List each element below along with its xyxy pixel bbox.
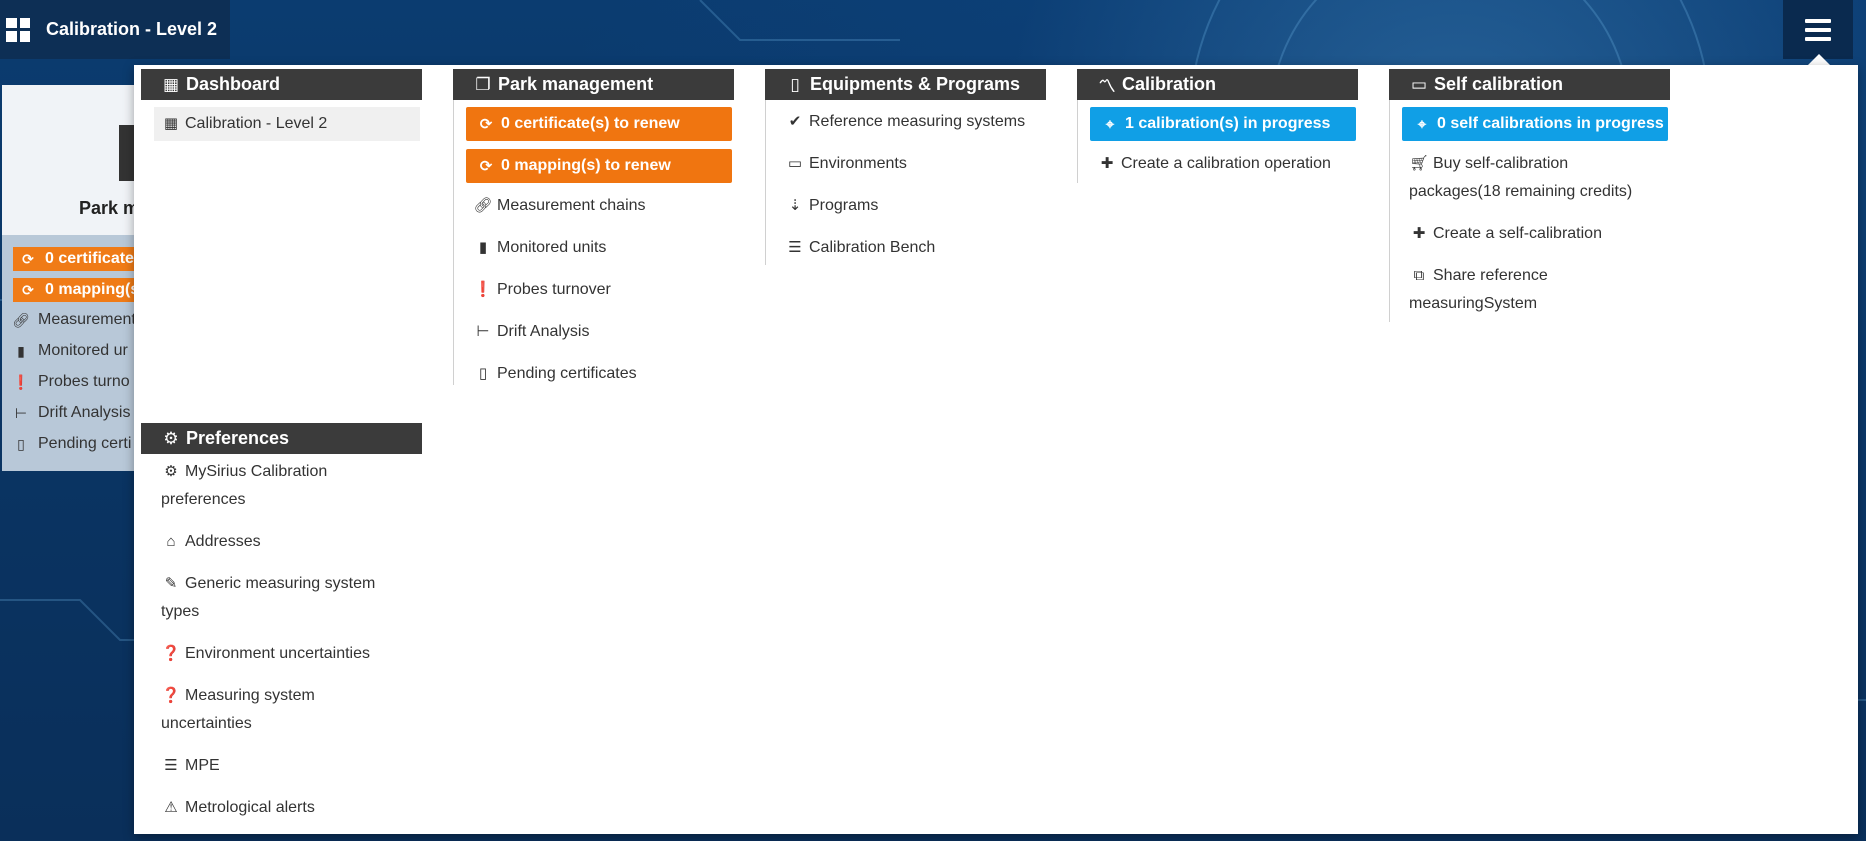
menu-item-metrological-alerts[interactable]: ⚠ Metrological alerts — [161, 794, 315, 822]
section-header-preferences: ⚙ Preferences — [141, 423, 422, 454]
cart-icon: 🛒︎ — [1409, 155, 1429, 172]
menu-item-programs[interactable]: ⇣ Programs — [785, 192, 879, 220]
refresh-icon: ⟳ — [479, 116, 493, 133]
link-icon: 🔗︎ — [473, 197, 493, 214]
menu-item-calibration-bench[interactable]: ☰ Calibration Bench — [785, 234, 935, 262]
background-item[interactable]: ▮ Monitored ur — [12, 339, 128, 363]
refresh-icon: ⟳ — [479, 158, 493, 175]
section-divider — [1077, 100, 1078, 183]
document-icon: ▯ — [17, 435, 25, 452]
mega-menu: ▦ Dashboard ▦ Calibration - Level 2 ❐ Park … — [134, 65, 1858, 834]
probe-icon: ❗ — [12, 373, 30, 390]
menu-item-monitored-units[interactable]: ▮ Monitored units — [473, 234, 607, 262]
calibrations-in-progress-button[interactable]: ⌖ 1 calibration(s) in progress — [1090, 107, 1356, 141]
menu-item-probes-turnover[interactable]: ❗ Probes turnover — [473, 276, 611, 304]
warning-icon: ⚠ — [164, 799, 178, 816]
probe-icon: ❗ — [473, 281, 493, 298]
menu-item-share-reference[interactable]: ⧉ Share reference measuringSystem — [1409, 262, 1589, 318]
file-icon: ▮ — [478, 239, 488, 256]
plus-icon: ✚ — [1412, 225, 1426, 242]
line-chart-icon: 〽 — [1098, 77, 1116, 96]
list-icon: ☰ — [788, 239, 802, 256]
copy-icon: ❐ — [475, 74, 491, 94]
menu-item-addresses[interactable]: ⌂ Addresses — [161, 528, 260, 556]
section-divider — [1389, 100, 1390, 322]
menu-item-mpe[interactable]: ☰ MPE — [161, 752, 219, 780]
crosshair-icon: ⌖ — [1417, 115, 1427, 133]
link-icon: 🔗︎ — [12, 311, 30, 328]
question-icon: ❓ — [161, 687, 181, 704]
refresh-icon: ⟳ — [22, 281, 34, 298]
menu-item-buy-self-calibration[interactable]: 🛒︎ Buy self-calibration packages(18 remai… — [1409, 150, 1659, 206]
sort-icon: ⇣ — [788, 197, 802, 214]
menu-item-pending-certificates[interactable]: ▯ Pending certificates — [473, 360, 637, 388]
crosshair-icon: ⌖ — [1105, 115, 1115, 133]
menu-item-mysirius-preferences[interactable]: ⚙ MySirius Calibration preferences — [161, 458, 351, 514]
menu-item-drift-analysis[interactable]: ⊢ Drift Analysis — [473, 318, 589, 346]
section-header-self-calibration: ▭ Self calibration — [1389, 69, 1670, 100]
section-divider — [765, 100, 766, 265]
refresh-icon: ⟳ — [22, 250, 34, 267]
background-item[interactable]: ❗ Probes turno — [12, 370, 129, 394]
share-icon: ⧉ — [1413, 267, 1425, 284]
menu-item-reference-measuring-systems[interactable]: ✔ Reference measuring systems — [785, 108, 1025, 136]
section-header-park-management: ❐ Park management — [453, 69, 734, 100]
mappings-to-renew-button[interactable]: ⟳ 0 mapping(s) to renew — [466, 149, 732, 183]
section-header-dashboard: ▦ Dashboard — [141, 69, 422, 100]
section-header-equipments-programs: ▯ Equipments & Programs — [765, 69, 1046, 100]
self-calibrations-in-progress-button[interactable]: ⌖ 0 self calibrations in progress — [1402, 107, 1668, 141]
background-item[interactable]: ⊢ Drift Analysis — [12, 401, 131, 425]
certificates-to-renew-button[interactable]: ⟳ 0 certificate(s) to renew — [466, 107, 732, 141]
menu-item-generic-measuring-system-types[interactable]: ✎ Generic measuring system types — [161, 570, 376, 626]
menu-item-measurement-chains[interactable]: 🔗︎ Measurement chains — [473, 192, 645, 220]
grid-icon: ▦ — [163, 115, 179, 132]
section-header-calibration: 〽 Calibration — [1077, 69, 1358, 100]
file-icon: ▮ — [17, 342, 25, 359]
menu-item-measuring-system-uncertainties[interactable]: ❓ Measuring system uncertainties — [161, 682, 341, 738]
plus-icon: ✚ — [1100, 155, 1114, 172]
hamburger-menu-icon[interactable] — [1783, 0, 1853, 59]
home-icon: ⌂ — [166, 533, 176, 550]
menu-item-environments[interactable]: ▭ Environments — [785, 150, 907, 178]
question-icon: ❓ — [161, 645, 181, 662]
tablet-icon: ▯ — [790, 74, 800, 94]
drift-icon: ⊢ — [476, 323, 490, 340]
menu-item-dashboard-level2[interactable]: ▦ Calibration - Level 2 — [161, 110, 327, 138]
document-icon: ▯ — [478, 365, 488, 382]
background-item[interactable]: ▯ Pending certi — [12, 432, 131, 456]
grid-icon: ▦ — [162, 74, 180, 94]
app-title: Calibration - Level 2 — [46, 19, 218, 39]
menu-item-create-self-calibration[interactable]: ✚ Create a self-calibration — [1409, 220, 1602, 248]
inbox-icon: ▭ — [787, 155, 803, 172]
gear-icon: ⚙ — [164, 463, 178, 480]
edit-icon: ✎ — [164, 575, 178, 592]
menu-caret — [1808, 54, 1830, 65]
background-item[interactable]: 🔗︎ Measurement — [12, 308, 136, 332]
background-page-title: Park m — [79, 198, 140, 218]
check-icon: ✔ — [788, 113, 802, 130]
inbox-icon: ▭ — [1410, 74, 1428, 94]
background-mappings-badge[interactable]: ⟳ 0 mapping(s) — [13, 278, 151, 302]
drift-icon: ⊢ — [14, 404, 28, 421]
gear-icon: ⚙ — [163, 428, 179, 448]
top-bar: Calibration - Level 2 — [0, 0, 230, 59]
menu-item-environment-uncertainties[interactable]: ❓ Environment uncertainties — [161, 640, 370, 668]
menu-item-create-calibration-operation[interactable]: ✚ Create a calibration operation — [1097, 150, 1331, 178]
section-divider — [453, 100, 454, 385]
apps-grid-icon[interactable] — [6, 17, 30, 42]
background-certificates-badge[interactable]: ⟳ 0 certificate(s — [13, 247, 155, 271]
align-icon: ☰ — [164, 757, 178, 774]
